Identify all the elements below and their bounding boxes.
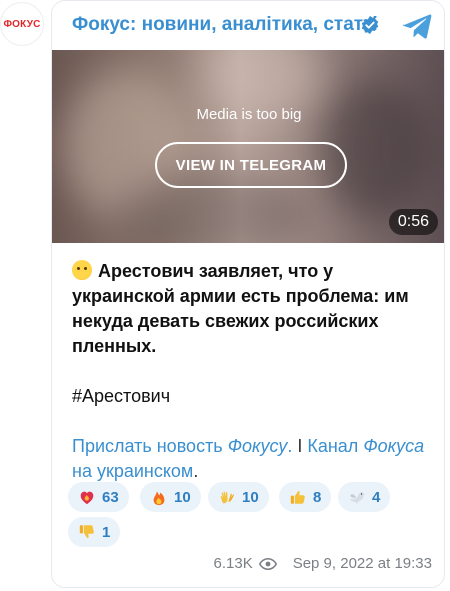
reaction-heart-on-fire[interactable]: 63: [68, 482, 129, 512]
post-text: Арестович заявляет, что у украинской арм…: [72, 259, 432, 484]
link-separator: I: [292, 436, 308, 456]
reaction-count: 1: [102, 523, 111, 541]
link-period: .: [193, 461, 199, 481]
eye-icon: [258, 557, 277, 570]
channel-avatar[interactable]: ФОКУС: [0, 2, 44, 46]
reaction-count: 4: [372, 488, 381, 506]
post-meta: 6.13K Sep 9, 2022 at 19:33: [214, 555, 433, 572]
telegram-plane-icon[interactable]: [402, 13, 432, 39]
video-preview: Media is too big VIEW IN TELEGRAM 0:56: [52, 50, 444, 243]
view-count: 6.13K: [213, 555, 253, 572]
link-text: Прислать новость: [72, 436, 228, 456]
reaction-count: 8: [313, 488, 322, 506]
reaction-thumbs-down[interactable]: 1: [68, 517, 121, 547]
view-in-telegram-button[interactable]: VIEW IN TELEGRAM: [155, 142, 347, 188]
surprised-face-emoji-icon: [72, 260, 92, 280]
hashtag[interactable]: #Арестович: [72, 384, 432, 409]
fire-icon: [153, 491, 165, 506]
post-card: Фокус: новини, аналітика, статті Media i…: [51, 0, 445, 588]
reaction-count: 10: [242, 488, 259, 506]
post-date[interactable]: Sep 9, 2022 at 19:33: [293, 555, 432, 572]
link-text: Фокуса: [363, 436, 425, 456]
link-text: на украинском: [72, 461, 194, 481]
thumbs-down-icon: [79, 525, 94, 539]
reaction-dove[interactable]: 4: [338, 482, 391, 512]
channel-title[interactable]: Фокус: новини, аналітика, статті: [72, 14, 378, 36]
post-header: Фокус: новини, аналітика, статті: [52, 1, 444, 49]
reaction-count: 63: [102, 488, 119, 506]
clapping-hands-icon: [220, 491, 235, 504]
dove-icon: [349, 492, 366, 505]
video-duration-badge: 0:56: [388, 209, 438, 235]
send-news-link[interactable]: Прислать новость Фокусу.: [72, 436, 292, 456]
post-lead: Арестович заявляет, что у украинской арм…: [72, 260, 409, 356]
thumbs-up-icon: [290, 490, 305, 504]
post-links: Прислать новость Фокусу. I Канал Фокуса …: [72, 434, 432, 484]
media-too-big-note: Media is too big: [196, 106, 302, 123]
reaction-thumbs-up[interactable]: 8: [279, 482, 332, 512]
verified-badge-icon: [361, 15, 379, 35]
link-text: Фокусу: [227, 436, 288, 456]
post-lead-text: Арестович заявляет, что у украинской арм…: [72, 261, 409, 356]
link-text: Канал: [307, 436, 364, 456]
heart-on-fire-icon: [80, 491, 94, 505]
reaction-count: 10: [174, 488, 191, 506]
reaction-fire[interactable]: 10: [140, 482, 201, 512]
avatar-logo-text: ФОКУС: [3, 18, 41, 30]
reaction-clapping-hands[interactable]: 10: [208, 482, 269, 512]
